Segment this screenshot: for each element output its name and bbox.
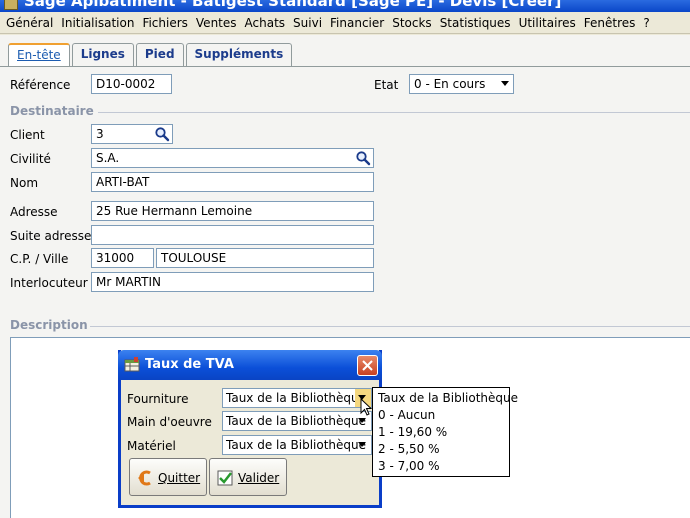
ville-value: TOULOUSE [161, 251, 227, 265]
table-icon [124, 357, 140, 372]
dialog-title: Taux de TVA [145, 357, 234, 372]
dropdown-option[interactable]: 3 - 7,00 % [373, 458, 509, 475]
materiel-value: Taux de la Bibliothèque [226, 438, 367, 452]
dropdown-option[interactable]: 0 - Aucun [373, 407, 509, 424]
materiel-label: Matériel [127, 439, 176, 453]
menu-fichiers[interactable]: Fichiers [140, 16, 193, 30]
cp-field[interactable]: 31000 [91, 248, 154, 268]
close-button[interactable] [357, 355, 378, 376]
main-oeuvre-label: Main d'oeuvre [127, 415, 212, 429]
description-title: Description [10, 318, 88, 332]
tva-dropdown-list: Taux de la Bibliothèque 0 - Aucun 1 - 19… [372, 387, 518, 477]
nom-label: Nom [10, 176, 39, 190]
tab-en-tete[interactable]: En-tête [8, 43, 70, 67]
client-field[interactable]: 3 [91, 124, 173, 144]
reference-field[interactable]: D10-0002 [91, 74, 172, 94]
quit-button[interactable]: Quitter [129, 458, 207, 496]
dialog-titlebar: Taux de TVA [118, 350, 382, 380]
menu-stocks[interactable]: Stocks [390, 16, 437, 30]
destinataire-divider [98, 112, 690, 113]
etat-value: 0 - En cours [414, 77, 486, 91]
client-label: Client [10, 128, 45, 142]
suite-adresse-label: Suite adresse [10, 229, 92, 243]
chevron-down-icon [358, 418, 366, 423]
search-icon[interactable] [355, 150, 371, 166]
fourniture-value: Taux de la Bibliothèque [226, 391, 367, 405]
menu-help[interactable]: ? [641, 16, 655, 30]
etat-label: Etat [374, 78, 399, 92]
chevron-down-icon [501, 81, 509, 86]
nom-value: ARTI-BAT [96, 175, 150, 189]
suite-adresse-field[interactable] [91, 225, 374, 245]
menu-utilitaires[interactable]: Utilitaires [517, 16, 582, 30]
interlocuteur-value: Mr MARTIN [96, 275, 161, 289]
menu-fenetres[interactable]: Fenêtres [582, 16, 642, 30]
menu-suivi[interactable]: Suivi [291, 16, 328, 30]
window-title: Sage Apibatiment - Batigest Standard [Sa… [24, 0, 562, 10]
cp-ville-label: C.P. / Ville [10, 252, 69, 266]
menu-bar: Général Initialisation Fichiers Ventes A… [0, 12, 690, 34]
menu-financier[interactable]: Financier [328, 16, 390, 30]
window-titlebar: Sage Apibatiment - Batigest Standard [Sa… [0, 0, 690, 12]
main-oeuvre-select[interactable]: Taux de la Bibliothèque [222, 411, 372, 431]
menu-statistiques[interactable]: Statistiques [438, 16, 517, 30]
tab-bar: En-tête Lignes Pied Suppléments [8, 43, 294, 67]
menu-ventes[interactable]: Ventes [194, 16, 243, 30]
fourniture-label: Fourniture [127, 392, 189, 406]
chevron-down-icon [358, 442, 366, 447]
checkmark-icon [217, 470, 233, 486]
adresse-value: 25 Rue Hermann Lemoine [96, 204, 253, 218]
adresse-label: Adresse [10, 205, 58, 219]
close-icon [362, 360, 373, 371]
destinataire-title: Destinataire [10, 104, 94, 118]
description-divider [90, 326, 690, 327]
back-arrow-icon [138, 470, 151, 486]
civilite-value: S.A. [96, 151, 120, 165]
adresse-field[interactable]: 25 Rue Hermann Lemoine [91, 201, 374, 221]
ville-field[interactable]: TOULOUSE [156, 248, 374, 268]
tab-divider [0, 66, 690, 67]
quit-label: Quitter [158, 471, 201, 485]
client-value: 3 [96, 127, 104, 141]
materiel-select[interactable]: Taux de la Bibliothèque [222, 435, 372, 455]
nom-field[interactable]: ARTI-BAT [91, 172, 374, 192]
dropdown-option[interactable]: 2 - 5,50 % [373, 441, 509, 458]
validate-label: Valider [238, 471, 280, 485]
menu-general[interactable]: Général [4, 16, 59, 30]
tab-supplements[interactable]: Suppléments [185, 43, 293, 67]
reference-value: D10-0002 [96, 77, 156, 91]
tab-lignes[interactable]: Lignes [71, 43, 134, 67]
menu-achats[interactable]: Achats [243, 16, 292, 30]
dropdown-option[interactable]: Taux de la Bibliothèque [373, 390, 518, 407]
cp-value: 31000 [96, 251, 135, 265]
reference-label: Référence [10, 78, 71, 92]
civilite-label: Civilité [10, 152, 51, 166]
menu-initialisation[interactable]: Initialisation [59, 16, 140, 30]
interlocuteur-label: Interlocuteur [10, 276, 88, 290]
dropdown-option[interactable]: 1 - 19,60 % [373, 424, 509, 441]
mouse-cursor-icon [360, 398, 373, 416]
fourniture-select[interactable]: Taux de la Bibliothèque [222, 388, 372, 408]
validate-button[interactable]: Valider [209, 458, 287, 496]
civilite-field[interactable]: S.A. [91, 148, 374, 168]
etat-select[interactable]: 0 - En cours [409, 74, 514, 94]
tab-pied[interactable]: Pied [135, 43, 184, 67]
search-icon[interactable] [154, 126, 170, 142]
tva-dialog: Taux de TVA Fourniture Taux de la Biblio… [118, 350, 382, 508]
app-icon [4, 0, 18, 10]
interlocuteur-field[interactable]: Mr MARTIN [91, 272, 374, 292]
main-oeuvre-value: Taux de la Bibliothèque [226, 414, 367, 428]
